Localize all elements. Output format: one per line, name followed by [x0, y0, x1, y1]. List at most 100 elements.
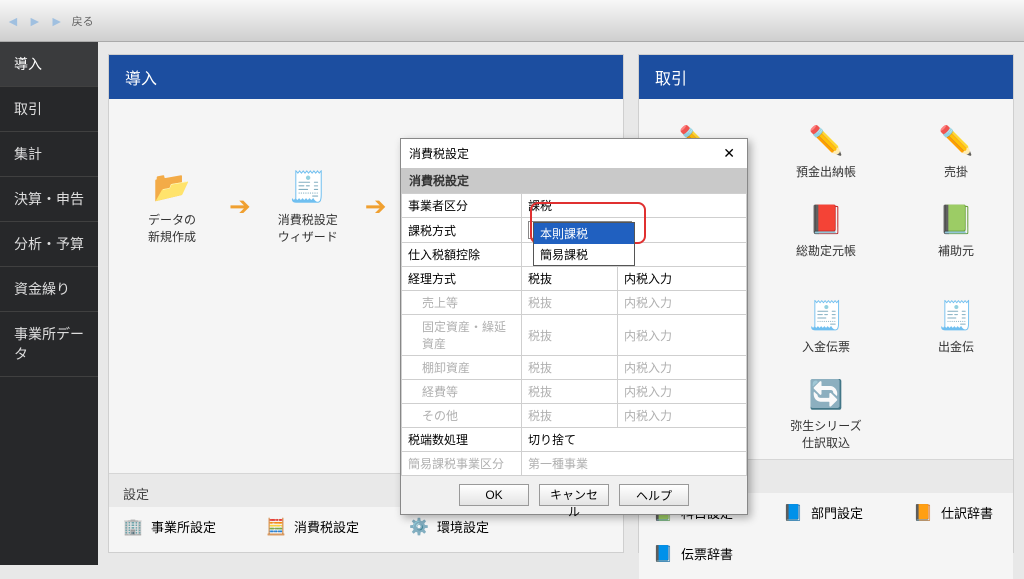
icon-yayoiimport[interactable]: 🔄弥生シリーズ 仕訳取込: [781, 375, 871, 451]
row-inventory-input: 内税入力: [618, 356, 747, 380]
dialog-buttons: OK キャンセル ヘルプ: [401, 476, 747, 514]
row-simplebiz-label: 簡易課税事業区分: [402, 452, 522, 476]
icon-empty: [911, 375, 1001, 451]
icon-bankbook[interactable]: ✏️預金出納帳: [781, 121, 871, 180]
sidebar-label: 資金繰り: [14, 281, 70, 297]
set-label: 仕訳辞書: [941, 503, 993, 522]
settings-env[interactable]: ⚙️ 環境設定: [409, 517, 489, 536]
sidebar-label: 事業所データ: [14, 326, 84, 362]
row-inventory-value: 税抜: [522, 356, 618, 380]
row-expenses-input: 内税入力: [618, 380, 747, 404]
sidebar-label: 集計: [14, 146, 42, 162]
back-icon[interactable]: ◄: [6, 13, 20, 29]
row-inventory-label: 棚卸資産: [402, 356, 522, 380]
row-sales-label: 売上等: [402, 291, 522, 315]
sidebar-item-cashflow[interactable]: 資金繰り: [0, 267, 98, 312]
cancel-button[interactable]: キャンセル: [539, 484, 609, 506]
paymentslip-icon: 🧾: [935, 296, 977, 334]
icon-paymentslip[interactable]: 🧾出金伝: [911, 296, 1001, 355]
set-label: 消費税設定: [294, 517, 359, 536]
row-rounding-value[interactable]: 切り捨て: [522, 428, 747, 452]
wizard-label: 消費税設定 ウィザード: [278, 211, 338, 245]
close-icon[interactable]: ✕: [719, 145, 739, 162]
icon-receivables[interactable]: ✏️売掛: [911, 121, 1001, 180]
row-expenses-label: 経費等: [402, 380, 522, 404]
folder-star-icon: 📂: [149, 167, 195, 207]
row-sales-value: 税抜: [522, 291, 618, 315]
tax-icon: 🧮: [266, 518, 286, 536]
settings-journaldict[interactable]: 📙 仕訳辞書: [913, 503, 993, 522]
arrow-icon: ➔: [229, 191, 251, 222]
panel-trans-title: 取引: [639, 55, 1013, 99]
sidebar-label: 決算・申告: [14, 191, 84, 207]
sidebar-item-summaries[interactable]: 集計: [0, 132, 98, 177]
slipdict-icon: 📘: [653, 545, 673, 563]
help-button[interactable]: ヘルプ: [619, 484, 689, 506]
taxmethod-dropdown: 本則課税 簡易課税: [533, 222, 635, 266]
dialog-section-head: 消費税設定: [401, 168, 747, 193]
yayoiimport-icon: 🔄: [805, 375, 847, 413]
office-icon: 🏢: [123, 518, 143, 536]
sidebar-label: 取引: [14, 101, 42, 117]
dropdown-option-honsoku[interactable]: 本則課税: [534, 223, 634, 244]
forward-icon[interactable]: ►: [28, 13, 42, 29]
icon-generalledger[interactable]: 📕総勘定元帳: [781, 200, 871, 276]
sidebar-item-analysis[interactable]: 分析・予算: [0, 222, 98, 267]
dialog-titlebar: 消費税設定 ✕: [401, 139, 747, 168]
sidebar-item-transactions[interactable]: 取引: [0, 87, 98, 132]
panel-intro-title: 導入: [109, 55, 623, 99]
wizard-step-newdata[interactable]: 📂 データの 新規作成: [127, 167, 217, 245]
ledger-icon: 📕: [805, 200, 847, 238]
row-accounting-input[interactable]: 内税入力: [618, 267, 747, 291]
set-label: 部門設定: [811, 503, 863, 522]
subledger-icon: 📗: [935, 200, 977, 238]
dialog-title: 消費税設定: [409, 145, 469, 162]
receiptslip-icon: 🧾: [805, 296, 847, 334]
row-other-input: 内税入力: [618, 404, 747, 428]
wizard-step-taxsetup[interactable]: 🧾 消費税設定 ウィザード: [263, 167, 353, 245]
row-purchase-label: 仕入税額控除: [402, 243, 522, 267]
toolbar-history: 戻る: [72, 13, 94, 29]
bankbook-icon: ✏️: [805, 121, 847, 159]
settings-office[interactable]: 🏢 事業所設定: [123, 517, 216, 536]
row-simplebiz-value: 第一種事業: [522, 452, 747, 476]
set-label: 事業所設定: [151, 517, 216, 536]
sidebar-item-intro[interactable]: 導入: [0, 42, 98, 87]
sidebar: 導入 取引 集計 決算・申告 分析・予算 資金繰り 事業所データ: [0, 42, 98, 565]
sidebar-label: 分析・予算: [14, 236, 84, 252]
set-label: 環境設定: [437, 517, 489, 536]
settings-slipdict[interactable]: 📘 伝票辞書: [653, 544, 733, 563]
icon-subledger[interactable]: 📗補助元: [911, 200, 1001, 276]
row-expenses-value: 税抜: [522, 380, 618, 404]
row-fixed-label: 固定資産・繰延資産: [402, 315, 522, 356]
forward2-icon[interactable]: ►: [50, 13, 64, 29]
row-bizclass-label: 事業者区分: [402, 194, 522, 218]
tax-settings-dialog: 消費税設定 ✕ 消費税設定 事業者区分課税 課税方式 本則課税 ▼ 仕入税額控除…: [400, 138, 748, 515]
tax-wizard-icon: 🧾: [285, 167, 331, 207]
dept-icon: 📘: [783, 504, 803, 522]
app-toolbar: ◄ ► ► 戻る: [0, 0, 1024, 42]
wizard-label: データの 新規作成: [148, 211, 196, 245]
row-fixed-input: 内税入力: [618, 315, 747, 356]
row-bizclass-value[interactable]: 課税: [522, 194, 747, 218]
settings-tax[interactable]: 🧮 消費税設定: [266, 517, 359, 536]
sidebar-item-officedata[interactable]: 事業所データ: [0, 312, 98, 377]
row-accounting-label: 経理方式: [402, 267, 522, 291]
row-rounding-label: 税端数処理: [402, 428, 522, 452]
icon-receiptslip[interactable]: 🧾入金伝票: [781, 296, 871, 355]
journaldict-icon: 📙: [913, 504, 933, 522]
ok-button[interactable]: OK: [459, 484, 529, 506]
row-other-value: 税抜: [522, 404, 618, 428]
env-icon: ⚙️: [409, 518, 429, 536]
sidebar-label: 導入: [14, 56, 42, 72]
sidebar-item-closing[interactable]: 決算・申告: [0, 177, 98, 222]
row-sales-input: 内税入力: [618, 291, 747, 315]
dropdown-option-kani[interactable]: 簡易課税: [534, 244, 634, 265]
settings-departments[interactable]: 📘 部門設定: [783, 503, 863, 522]
row-accounting-value[interactable]: 税抜: [522, 267, 618, 291]
set-label: 伝票辞書: [681, 544, 733, 563]
row-taxmethod-label: 課税方式: [402, 218, 522, 243]
row-other-label: その他: [402, 404, 522, 428]
receivables-icon: ✏️: [935, 121, 977, 159]
arrow-icon: ➔: [365, 191, 387, 222]
